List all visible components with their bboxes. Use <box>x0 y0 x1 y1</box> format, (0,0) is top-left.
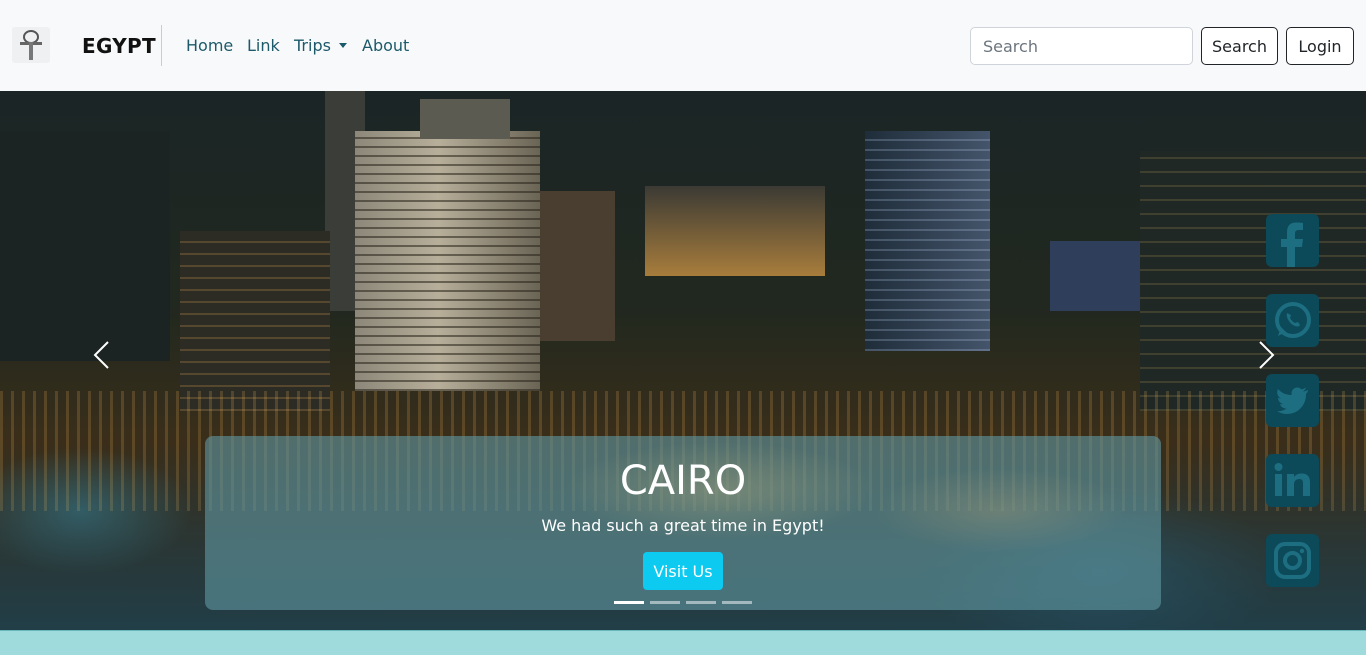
whatsapp-icon <box>1266 294 1319 347</box>
building <box>865 131 990 351</box>
whatsapp-link[interactable] <box>1266 294 1319 347</box>
login-button[interactable]: Login <box>1286 27 1354 65</box>
carousel-indicator-2[interactable] <box>650 601 680 604</box>
facebook-link[interactable] <box>1266 214 1319 267</box>
twitter-link[interactable] <box>1266 374 1319 427</box>
instagram-icon <box>1266 534 1319 587</box>
linkedin-icon <box>1266 454 1319 507</box>
building <box>540 191 615 341</box>
visit-us-button[interactable]: Visit Us <box>643 552 723 590</box>
building <box>420 99 510 139</box>
ankh-logo-icon[interactable] <box>12 27 50 63</box>
next-section <box>0 630 1366 655</box>
caption-text: We had such a great time in Egypt! <box>541 516 825 535</box>
nav-link-home[interactable]: Home <box>186 36 233 55</box>
nav-dropdown-trips[interactable]: Trips <box>294 36 347 55</box>
building <box>180 231 330 411</box>
carousel-indicator-4[interactable] <box>722 601 752 604</box>
nav-link-about[interactable]: About <box>362 36 409 55</box>
building <box>355 131 540 391</box>
brand-name[interactable]: EGYPT <box>82 34 156 58</box>
building <box>1050 241 1140 311</box>
caret-down-icon <box>338 43 347 48</box>
search-input[interactable] <box>970 27 1193 65</box>
instagram-link[interactable] <box>1266 534 1319 587</box>
navbar: EGYPT Home Link Trips About Search Login <box>0 0 1366 91</box>
building <box>1140 151 1366 411</box>
chevron-left-icon <box>93 341 109 369</box>
carousel-caption: CAIRO We had such a great time in Egypt!… <box>205 436 1161 610</box>
carousel-prev-button[interactable] <box>88 340 118 370</box>
search-button[interactable]: Search <box>1201 27 1278 65</box>
twitter-icon <box>1266 374 1319 427</box>
nav-link-link[interactable]: Link <box>247 36 280 55</box>
facebook-icon <box>1266 214 1319 267</box>
building <box>645 186 825 276</box>
brand-divider <box>161 25 162 66</box>
carousel-indicator-3[interactable] <box>686 601 716 604</box>
carousel: CAIRO We had such a great time in Egypt!… <box>0 91 1366 630</box>
carousel-indicator-1[interactable] <box>614 601 644 604</box>
city-background <box>0 131 170 361</box>
nav-dropdown-trips-label: Trips <box>294 36 331 55</box>
caption-title: CAIRO <box>619 458 747 504</box>
linkedin-link[interactable] <box>1266 454 1319 507</box>
